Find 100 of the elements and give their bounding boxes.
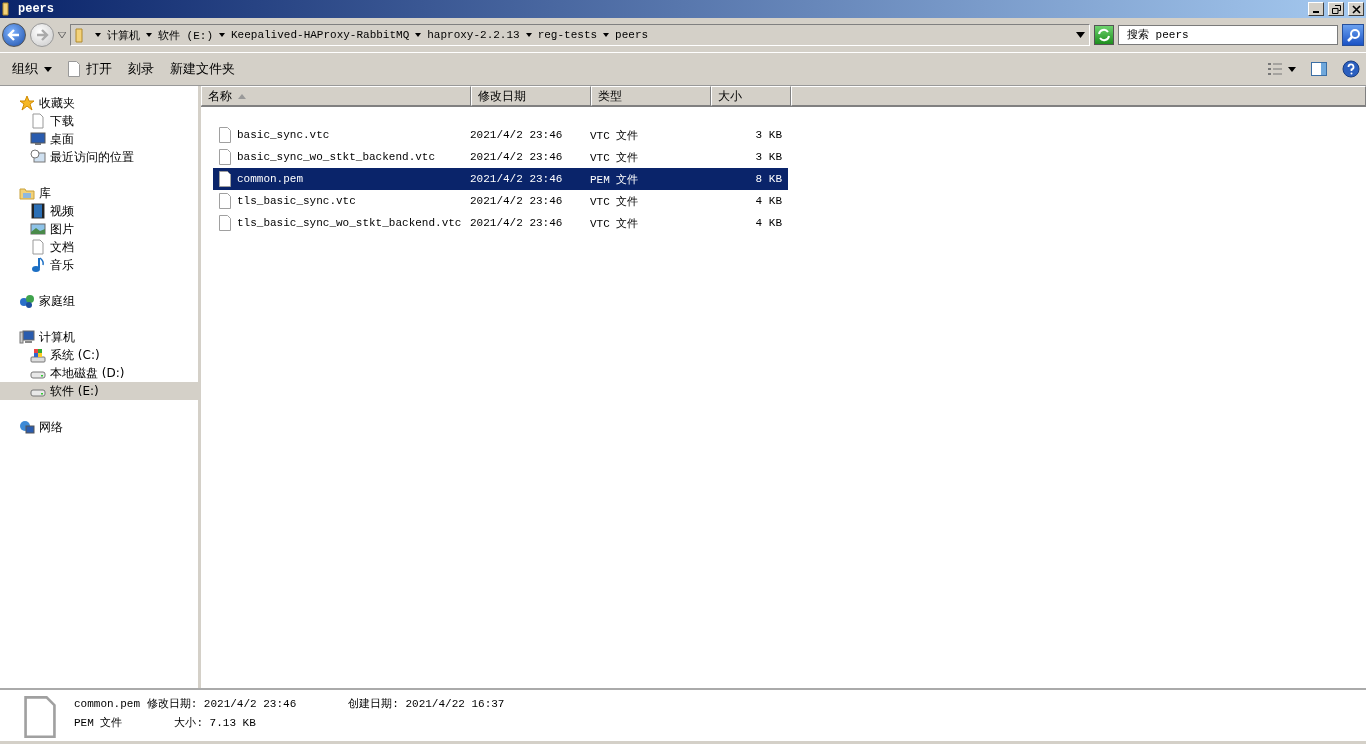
- minimize-button[interactable]: [1308, 2, 1324, 16]
- breadcrumb-segment[interactable]: reg-tests: [537, 29, 598, 41]
- preview-pane-icon[interactable]: [1310, 60, 1328, 78]
- file-icon: [219, 171, 231, 187]
- file-row[interactable]: tls_basic_sync.vtc 2021/4/2 23:46 VTC 文件 4 KB: [213, 190, 788, 212]
- file-name: basic_sync.vtc: [237, 129, 330, 141]
- column-header[interactable]: 大小: [711, 86, 791, 106]
- sidebar-item[interactable]: 图片: [0, 220, 198, 238]
- sidebar-item[interactable]: 桌面: [0, 130, 198, 148]
- document-icon: [68, 61, 80, 77]
- network-icon: [19, 419, 35, 435]
- address-bar[interactable]: 计算机 软件 (E:) Keepalived-HAProxy-RabbitMQ haproxy-2.2.13 reg-tests peers: [70, 24, 1090, 46]
- file-icon: [219, 149, 231, 165]
- document-icon: [30, 239, 46, 255]
- toolbar-button[interactable]: 打开: [62, 58, 118, 80]
- sidebar-item[interactable]: 最近访问的位置: [0, 148, 198, 166]
- caret-icon: [44, 66, 52, 72]
- file-size: 4 KB: [754, 217, 782, 229]
- caret-icon: [603, 33, 610, 37]
- file-size: 4 KB: [754, 195, 782, 207]
- minimize-icon: [1313, 11, 1319, 13]
- search-field[interactable]: 搜索 peers: [1118, 25, 1338, 45]
- modified-date: 2021/4/2 23:46: [470, 151, 564, 163]
- sidebar-item[interactable]: 音乐: [0, 256, 198, 274]
- help-icon[interactable]: [1342, 60, 1360, 78]
- search-icon: [1345, 27, 1361, 43]
- sidebar-item[interactable]: 库: [0, 184, 198, 202]
- breadcrumb-segment[interactable]: 软件 (E:): [158, 27, 213, 43]
- sidebar-item[interactable]: 收藏夹: [0, 94, 198, 112]
- sidebar-item[interactable]: 计算机: [0, 328, 198, 346]
- file-row[interactable]: common.pem 2021/4/2 23:46 PEM 文件 8 KB: [213, 168, 788, 190]
- modified-date: 2021/4/2 23:46: [470, 129, 564, 141]
- toolbar-button[interactable]: 新建文件夹: [164, 58, 241, 80]
- file-row[interactable]: tls_basic_sync_wo_stkt_backend.vtc 2021/4/2 23:46 VTC 文件 4 KB: [213, 212, 788, 234]
- clock-monitor-icon: [30, 149, 46, 165]
- sidebar-item[interactable]: 视频: [0, 202, 198, 220]
- history-caret-icon[interactable]: [58, 32, 66, 38]
- breadcrumb-segment[interactable]: haproxy-2.2.13: [427, 29, 520, 41]
- file-size: 3 KB: [754, 151, 782, 163]
- caret-icon: [95, 33, 101, 37]
- forward-arrow-icon: [35, 28, 49, 42]
- close-button[interactable]: [1348, 2, 1364, 16]
- file-type: PEM 文件: [74, 716, 123, 730]
- file-name: common.pem: [237, 173, 303, 185]
- column-header[interactable]: 修改日期: [471, 86, 591, 106]
- sidebar-item[interactable]: 软件 (E:): [0, 382, 198, 400]
- toolbar-button[interactable]: 组织: [6, 58, 58, 80]
- caret-icon: [146, 33, 152, 37]
- toolbar-button[interactable]: 刻录: [122, 58, 160, 80]
- sidebar-item[interactable]: 家庭组: [0, 292, 198, 310]
- sidebar-item[interactable]: 下载: [0, 112, 198, 130]
- computer-icon: [19, 329, 35, 345]
- folder-icon: [19, 185, 35, 201]
- back-arrow-icon: [7, 28, 21, 42]
- breadcrumb-segment[interactable]: Keepalived-HAProxy-RabbitMQ: [231, 29, 410, 41]
- sidebar-item[interactable]: 文档: [0, 238, 198, 256]
- modified-date: 2021/4/2 23:46: [470, 217, 564, 229]
- search-button[interactable]: [1342, 24, 1364, 46]
- created-date: 创建日期: 2021/4/22 16:37: [348, 697, 505, 711]
- window-title: peers: [18, 2, 55, 16]
- sidebar-item[interactable]: 系统 (C:): [0, 346, 198, 364]
- back-button[interactable]: [2, 23, 26, 47]
- file-icon: [219, 193, 231, 209]
- file-size: 大小: 7.13 KB: [174, 716, 256, 730]
- file-icon: [219, 127, 231, 143]
- sidebar-item[interactable]: 网络: [0, 418, 198, 436]
- breadcrumb-segment[interactable]: 计算机: [107, 27, 140, 43]
- file-size: 3 KB: [754, 129, 782, 141]
- document-icon: [30, 113, 46, 129]
- file-type: VTC 文件: [590, 150, 640, 165]
- file-name: tls_basic_sync.vtc: [237, 195, 356, 207]
- windows-drive-icon: [30, 347, 46, 363]
- picture-icon: [30, 221, 46, 237]
- homegroup-icon: [19, 293, 35, 309]
- file-name: basic_sync_wo_stkt_backend.vtc: [237, 151, 436, 163]
- file-name: common.pem 修改日期: 2021/4/2 23:46: [74, 697, 297, 711]
- caret-icon: [1076, 32, 1085, 38]
- star-icon: [19, 95, 35, 111]
- caret-icon: [525, 33, 532, 37]
- breadcrumb-segment[interactable]: peers: [615, 29, 649, 41]
- caret-icon: [219, 33, 225, 37]
- column-header[interactable]: 类型: [591, 86, 711, 106]
- modified-date: 2021/4/2 23:46: [470, 173, 564, 185]
- file-type: VTC 文件: [590, 128, 640, 143]
- restore-icon: [1331, 4, 1341, 14]
- sidebar-item[interactable]: 本地磁盘 (D:): [0, 364, 198, 382]
- column-header[interactable]: 名称: [201, 86, 471, 106]
- caret-icon[interactable]: [1288, 66, 1296, 72]
- file-row[interactable]: basic_sync_wo_stkt_backend.vtc 2021/4/2 23:46 VTC 文件 3 KB: [213, 146, 788, 168]
- modified-date: 2021/4/2 23:46: [470, 195, 564, 207]
- file-row[interactable]: basic_sync.vtc 2021/4/2 23:46 VTC 文件 3 KB: [213, 124, 788, 146]
- file-size: 8 KB: [754, 173, 782, 185]
- refresh-button[interactable]: [1094, 25, 1114, 45]
- film-icon: [30, 203, 46, 219]
- music-note-icon: [30, 257, 46, 273]
- close-icon: [1351, 4, 1361, 14]
- restore-button[interactable]: [1328, 2, 1344, 16]
- file-type: PEM 文件: [590, 172, 640, 187]
- file-type: VTC 文件: [590, 216, 640, 231]
- caret-icon: [415, 33, 422, 37]
